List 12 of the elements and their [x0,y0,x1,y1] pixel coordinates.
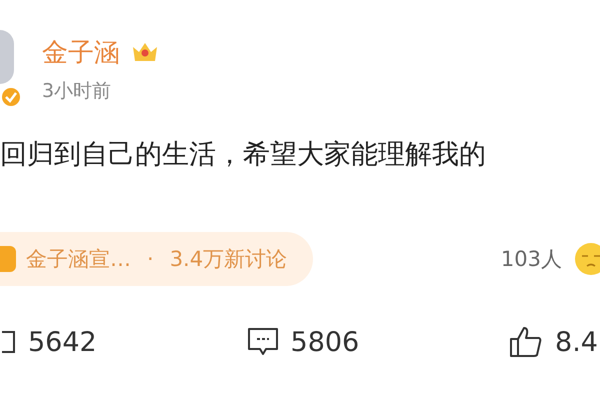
comment-icon [246,327,279,357]
post-text: 回归到自己的生活，希望大家能理解我的 [0,138,487,172]
discussion-count: 3.4万新讨论 [170,246,288,273]
topic-name: 金子涵宣… [26,246,131,273]
thumbs-up-icon [509,326,544,358]
separator-dot: · [147,247,154,271]
post-time: 3小时前 [42,78,112,104]
action-button[interactable]: 5806 [246,326,360,358]
action-button[interactable]: 5642 [0,326,97,358]
action-button[interactable]: 8.4 [509,326,598,358]
emoji-face-icon[interactable] [574,242,600,276]
reaction-count: 103人 [500,246,562,273]
